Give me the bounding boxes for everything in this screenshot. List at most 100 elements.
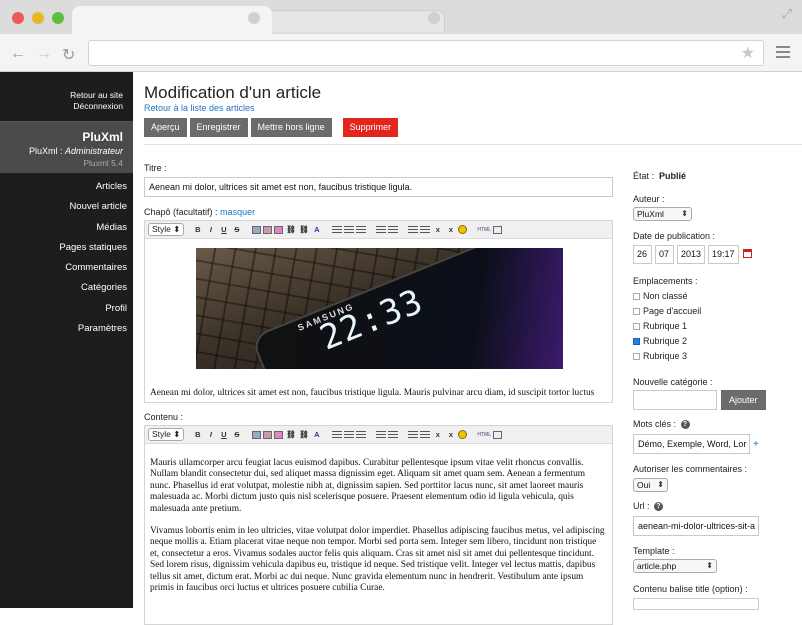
new-category-input[interactable]: [633, 390, 717, 410]
smiley-icon[interactable]: [458, 225, 468, 234]
tab-close-icon[interactable]: [248, 12, 260, 24]
sidebar-item-categories[interactable]: Catégories: [0, 278, 133, 298]
align-center-icon[interactable]: [344, 430, 355, 439]
indent-icon[interactable]: [420, 430, 431, 439]
browser-tab-active[interactable]: [72, 6, 272, 34]
anchor-icon[interactable]: A: [311, 224, 322, 235]
tab-close-icon[interactable]: [428, 12, 440, 24]
sidebar-item-new-article[interactable]: Nouvel article: [0, 197, 133, 217]
fullscreen-editor-icon[interactable]: [493, 430, 503, 439]
hide-chapo-link[interactable]: masquer: [220, 207, 255, 217]
link-icon[interactable]: ⛓: [285, 224, 296, 235]
italic-icon[interactable]: I: [205, 429, 216, 440]
link-icon[interactable]: ⛓: [285, 429, 296, 440]
location-checkbox-rubrique-2[interactable]: [633, 338, 640, 345]
html-source-icon[interactable]: HTML: [477, 432, 491, 438]
maximize-window-icon[interactable]: [52, 12, 64, 24]
back-to-list-link[interactable]: Retour à la liste des articles: [144, 103, 255, 113]
paste-word-icon[interactable]: [274, 225, 284, 234]
sidebar-item-settings[interactable]: Paramètres: [0, 319, 133, 339]
sidebar-item-comments[interactable]: Commentaires: [0, 258, 133, 278]
keywords-input[interactable]: Démo, Exemple, Word, Lor: [633, 434, 750, 454]
minimize-window-icon[interactable]: [32, 12, 44, 24]
italic-icon[interactable]: I: [205, 224, 216, 235]
location-checkbox-rubrique-1[interactable]: [633, 323, 640, 330]
time-input[interactable]: 19:17: [708, 245, 739, 264]
help-icon[interactable]: ?: [654, 502, 664, 512]
browser-tab-inactive[interactable]: [265, 10, 445, 32]
superscript-icon[interactable]: x: [445, 429, 456, 440]
strikethrough-icon[interactable]: S: [231, 224, 242, 235]
offline-button[interactable]: Mettre hors ligne: [250, 118, 332, 137]
outdent-icon[interactable]: [408, 225, 419, 234]
save-button[interactable]: Enregistrer: [189, 118, 248, 137]
year-input[interactable]: 2013: [677, 245, 705, 264]
underline-icon[interactable]: U: [218, 429, 229, 440]
reload-icon[interactable]: ↻: [62, 45, 75, 65]
address-bar[interactable]: ★: [88, 40, 764, 66]
help-icon[interactable]: ?: [680, 420, 690, 430]
back-to-site-link[interactable]: Retour au site: [0, 90, 123, 101]
location-checkbox-rubrique-3[interactable]: [633, 353, 640, 360]
add-category-button[interactable]: Ajouter: [721, 390, 766, 410]
unordered-list-icon[interactable]: [388, 430, 399, 439]
image-icon[interactable]: [252, 430, 262, 439]
back-arrow-icon[interactable]: ←: [10, 45, 26, 63]
title-input[interactable]: Aenean mi dolor, ultrices sit amet est n…: [144, 177, 613, 197]
smiley-icon[interactable]: [458, 430, 468, 439]
bold-icon[interactable]: B: [192, 224, 203, 235]
fullscreen-editor-icon[interactable]: [493, 225, 503, 234]
paste-word-icon[interactable]: [274, 430, 284, 439]
sidebar-item-media[interactable]: Médias: [0, 218, 133, 238]
align-left-icon[interactable]: [332, 430, 343, 439]
align-right-icon[interactable]: [356, 430, 367, 439]
subscript-icon[interactable]: x: [432, 224, 443, 235]
align-right-icon[interactable]: [356, 225, 367, 234]
align-center-icon[interactable]: [344, 225, 355, 234]
image-icon[interactable]: [252, 225, 262, 234]
sidebar-item-static-pages[interactable]: Pages statiques: [0, 238, 133, 258]
content-editor[interactable]: Style ⬍ B I U S ⛓ ⛓ A x x HTML Mauris ul…: [144, 425, 613, 625]
ordered-list-icon[interactable]: [376, 430, 387, 439]
sidebar-item-articles[interactable]: Articles: [0, 177, 133, 197]
paste-icon[interactable]: [263, 225, 273, 234]
ordered-list-icon[interactable]: [376, 225, 387, 234]
add-keyword-link[interactable]: +: [753, 439, 759, 450]
html-source-icon[interactable]: HTML: [477, 227, 491, 233]
anchor-icon[interactable]: A: [311, 429, 322, 440]
close-window-icon[interactable]: [12, 12, 24, 24]
unlink-icon[interactable]: ⛓: [298, 224, 309, 235]
strikethrough-icon[interactable]: S: [231, 429, 242, 440]
subscript-icon[interactable]: x: [432, 429, 443, 440]
comments-select[interactable]: Oui: [633, 478, 668, 492]
paste-icon[interactable]: [263, 430, 273, 439]
template-select[interactable]: article.php: [633, 559, 717, 573]
forward-arrow-icon[interactable]: →: [36, 45, 52, 63]
unlink-icon[interactable]: ⛓: [298, 429, 309, 440]
url-input[interactable]: aenean-mi-dolor-ultrices-sit-a: [633, 516, 759, 536]
delete-button[interactable]: Supprimer: [342, 118, 399, 137]
fullscreen-icon[interactable]: ⤢: [782, 6, 792, 22]
indent-icon[interactable]: [420, 225, 431, 234]
location-checkbox-page-accueil[interactable]: [633, 308, 640, 315]
chapo-editor[interactable]: Style ⬍ B I U S ⛓ ⛓ A x x HTML SAMSUNG 2…: [144, 220, 613, 403]
calendar-icon[interactable]: [743, 249, 752, 258]
style-select[interactable]: Style ⬍: [148, 428, 185, 441]
bold-icon[interactable]: B: [192, 429, 203, 440]
outdent-icon[interactable]: [408, 430, 419, 439]
superscript-icon[interactable]: x: [445, 224, 456, 235]
logout-link[interactable]: Déconnexion: [0, 101, 123, 112]
unordered-list-icon[interactable]: [388, 225, 399, 234]
sidebar-item-profile[interactable]: Profil: [0, 299, 133, 319]
month-input[interactable]: 07: [655, 245, 674, 264]
underline-icon[interactable]: U: [218, 224, 229, 235]
align-left-icon[interactable]: [332, 225, 343, 234]
title-tag-input[interactable]: [633, 598, 759, 610]
author-select[interactable]: PluXml: [633, 207, 692, 221]
preview-button[interactable]: Aperçu: [144, 118, 187, 137]
style-select[interactable]: Style ⬍: [148, 223, 185, 236]
location-checkbox-non-classe[interactable]: [633, 293, 640, 300]
browser-menu-icon[interactable]: [776, 46, 790, 61]
bookmark-star-icon[interactable]: ★: [741, 43, 755, 63]
day-input[interactable]: 26: [633, 245, 652, 264]
